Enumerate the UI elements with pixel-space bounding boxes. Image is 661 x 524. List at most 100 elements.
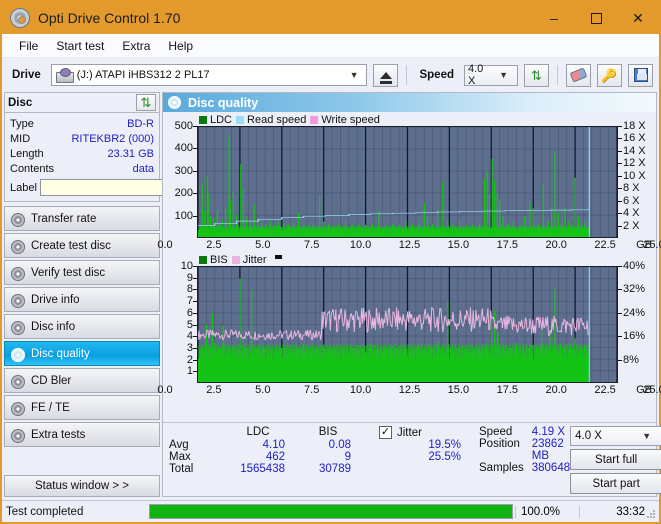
y-tick-label: 10 xyxy=(180,260,198,272)
sidebar-item-label: Extra tests xyxy=(31,428,86,441)
disc-icon xyxy=(10,212,25,227)
status-bar: Test completed 100.0% 33:32 xyxy=(2,500,659,522)
disc-row-value: data xyxy=(132,162,154,175)
toolbar-speed-select[interactable]: 4.0 X ▼ xyxy=(464,63,518,87)
x-tick-label: 0.0 xyxy=(157,384,173,396)
legend-item-jitter: Jitter xyxy=(231,253,267,266)
erase-button[interactable] xyxy=(566,63,591,87)
x-tick-label: 0.0 xyxy=(157,239,173,251)
stats-max-jitter: 25.5% xyxy=(428,451,461,463)
legend-label: Write speed xyxy=(321,113,380,126)
legend-item-write-speed: Write speed xyxy=(310,114,380,126)
sidebar-item-fe-te[interactable]: FE / TE xyxy=(4,395,160,420)
stats-max-ldc: 462 xyxy=(265,451,285,463)
menu-start-test[interactable]: Start test xyxy=(47,36,113,56)
sidebar-item-verify-test-disc[interactable]: Verify test disc xyxy=(4,260,160,285)
legend-item-bis: BIS xyxy=(199,254,228,266)
chart-ldc-plot xyxy=(197,126,618,238)
content-panel: Disc quality LDC Read speed Write speed … xyxy=(157,92,661,497)
progress-percent: 100.0% xyxy=(515,505,579,518)
sidebar-item-drive-info[interactable]: Drive info xyxy=(4,287,160,312)
chevron-down-icon: ▼ xyxy=(642,431,652,441)
y2-tick-label: 40% xyxy=(617,260,646,272)
eraser-icon xyxy=(569,67,588,83)
sidebar-item-cd-bler[interactable]: CD Bler xyxy=(4,368,160,393)
stats-panel: LDC BIS Avg 4.10 0.08 Max 462 9 Total 15… xyxy=(163,422,661,496)
x-tick-label: 25.0 xyxy=(643,384,661,396)
disc-label-row: Label xyxy=(10,178,240,197)
start-full-button[interactable]: Start full xyxy=(570,449,661,470)
jitter-checkbox[interactable]: ✓ xyxy=(379,426,392,439)
y2-tick-label: 12 X xyxy=(618,157,646,170)
sidebar-item-disc-quality[interactable]: Disc quality xyxy=(4,341,160,366)
maximize-icon[interactable] xyxy=(575,2,617,34)
menu-extra[interactable]: Extra xyxy=(113,36,159,56)
disc-row-value: BD-R xyxy=(127,117,154,130)
y2-tick-label: 10 X xyxy=(618,169,646,182)
x-tick-label: 20.0 xyxy=(545,239,567,251)
resize-grip[interactable] xyxy=(647,510,656,519)
stats-table: LDC BIS Avg 4.10 0.08 Max 462 9 Total 15… xyxy=(163,426,361,494)
disc-panel-title: Disc xyxy=(8,96,33,109)
title-bar: Opti Drive Control 1.70 – ✕ xyxy=(2,2,659,34)
minimize-icon[interactable]: – xyxy=(533,2,575,34)
position-key: Position xyxy=(479,438,520,450)
disc-icon xyxy=(168,96,181,109)
sidebar-item-create-test-disc[interactable]: Create test disc xyxy=(4,233,160,258)
menu-bar: File Start test Extra Help xyxy=(2,34,659,58)
y2-tick-label: 16 X xyxy=(618,132,646,145)
y-tick-label: 400 xyxy=(174,142,198,155)
disc-icon xyxy=(10,320,25,335)
chart-bis-plot xyxy=(197,266,618,383)
legend-label: LDC xyxy=(210,113,233,126)
progress-fill xyxy=(150,505,512,518)
y-tick-label: 9 xyxy=(186,271,198,284)
save-button[interactable] xyxy=(628,63,653,87)
sidebar-nav: Transfer rate Create test disc Verify te… xyxy=(4,206,160,447)
disc-refresh-button[interactable]: ⇅ xyxy=(136,94,156,111)
chart-ldc-x-axis: GB 0.0 2.5 5.0 7.5 10.0 12.5 15.0 17.5 20.0 22.5 2… xyxy=(157,238,661,253)
disc-panel-header: Disc ⇅ xyxy=(5,93,159,113)
disc-row-key: Type xyxy=(10,117,34,130)
stats-avg-ldc: 4.10 xyxy=(262,439,285,451)
sidebar-item-extra-tests[interactable]: Extra tests xyxy=(4,422,160,447)
y2-tick-label: 8 X xyxy=(618,182,640,195)
menu-help[interactable]: Help xyxy=(159,36,202,56)
y-tick-label: 3 xyxy=(186,341,198,354)
x-tick-label: 22.5 xyxy=(594,239,616,251)
status-window-button[interactable]: Status window > > xyxy=(4,475,160,497)
drive-label: Drive xyxy=(12,69,41,81)
x-tick-label: 10.0 xyxy=(349,384,372,396)
refresh-icon: ⇅ xyxy=(531,67,542,83)
refresh-button[interactable]: ⇅ xyxy=(524,63,549,87)
eject-icon xyxy=(379,71,392,84)
close-icon[interactable]: ✕ xyxy=(617,2,659,34)
legend-swatch xyxy=(310,115,319,124)
chart-ldc-y-axis: 100 200 300 400 500 xyxy=(165,120,198,238)
sidebar-item-transfer-rate[interactable]: Transfer rate xyxy=(4,206,160,231)
eject-button[interactable] xyxy=(373,63,399,87)
legend-swatch xyxy=(199,255,207,264)
stats-actions: 4.0 X ▼ Start full Start part xyxy=(570,426,661,494)
key-icon: 🔑 xyxy=(601,67,618,83)
x-tick-label: 17.5 xyxy=(496,384,519,396)
legend-label: Jitter xyxy=(242,253,267,266)
panel-header: Disc quality xyxy=(163,93,656,112)
unlock-button[interactable]: 🔑 xyxy=(597,63,622,87)
start-part-button[interactable]: Start part xyxy=(570,473,661,494)
drive-select[interactable]: (J:) ATAPI iHBS312 2 PL17 ▼ xyxy=(50,64,368,86)
test-speed-select[interactable]: 4.0 X ▼ xyxy=(570,426,661,446)
stats-header-ldc: LDC xyxy=(246,426,270,438)
chart-bis-legend: BIS Jitter xyxy=(165,253,654,266)
app-window: Opti Drive Control 1.70 – ✕ File Start t… xyxy=(0,0,661,524)
drive-select-value: (J:) ATAPI iHBS312 2 PL17 xyxy=(76,69,210,81)
x-tick-label: 12.5 xyxy=(398,239,421,251)
position-value: 23862 MB xyxy=(531,438,564,462)
speed-label: Speed xyxy=(419,69,454,81)
x-tick-label: 5.0 xyxy=(255,239,271,251)
menu-file[interactable]: File xyxy=(10,36,47,56)
stats-header-bis: BIS xyxy=(318,426,338,438)
sidebar-item-disc-info[interactable]: Disc info xyxy=(4,314,160,339)
chart-ldc-legend: LDC Read speed Write speed xyxy=(165,113,654,126)
